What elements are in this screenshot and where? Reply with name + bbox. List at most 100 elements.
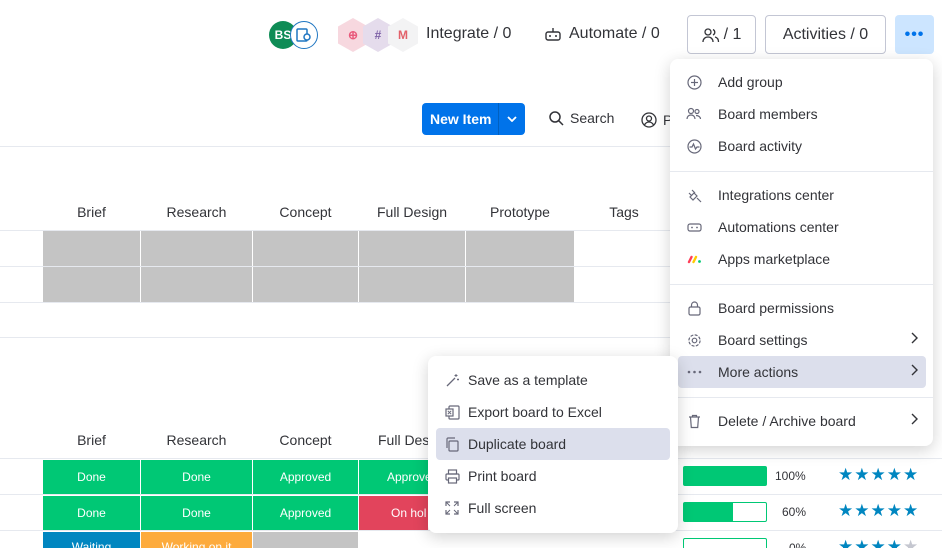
star-icon[interactable]: ★ (854, 501, 870, 520)
brief-status[interactable]: Waiting (43, 532, 140, 548)
column-header-tags[interactable]: Tags (575, 204, 673, 220)
star-icon[interactable]: ★ (887, 501, 903, 520)
menu-item-delete-archive-board[interactable]: Delete / Archive board (678, 405, 926, 437)
column-header-concept[interactable]: Concept (253, 204, 358, 220)
fullscreen-icon (444, 500, 460, 516)
row-divider (0, 302, 670, 303)
star-icon[interactable]: ★ (854, 465, 870, 484)
new-item-button[interactable]: New Item (422, 103, 525, 135)
full-design-cell[interactable] (359, 267, 465, 302)
research-cell[interactable] (141, 267, 252, 302)
research-status[interactable]: Done (141, 496, 252, 530)
prototype-cell[interactable] (466, 231, 574, 266)
dots-icon (686, 364, 702, 380)
excel-icon (444, 404, 460, 420)
duplicate-icon (444, 436, 460, 452)
menu-item-board-activity[interactable]: Board activity (678, 130, 926, 162)
menu-item-automations-center[interactable]: Automations center (678, 211, 926, 243)
menu-item-apps-marketplace[interactable]: Apps marketplace (678, 243, 926, 275)
menu-item-add-group[interactable]: Add group (678, 66, 926, 98)
research-status[interactable]: Done (141, 460, 252, 494)
research-cell[interactable] (141, 231, 252, 266)
concept-cell[interactable] (253, 267, 358, 302)
concept-status[interactable]: Approved (253, 496, 358, 530)
automate-button[interactable]: Automate / 0 (569, 25, 660, 43)
trash-icon (686, 413, 702, 429)
search-button[interactable]: Search (549, 110, 614, 126)
progress-fill (684, 467, 766, 485)
submenu-item-print-board[interactable]: Print board (436, 460, 670, 492)
full-design-status[interactable]: On hol (359, 496, 428, 530)
star-icon[interactable]: ★ (838, 465, 854, 484)
rating-stars[interactable]: ★★★★★ (838, 537, 919, 548)
person-icon (641, 112, 657, 128)
chevron-down-icon[interactable] (498, 103, 525, 135)
board-members-button[interactable]: / 1 (687, 15, 756, 54)
menu-item-more-actions[interactable]: More actions (678, 356, 926, 388)
menu-separator (670, 397, 933, 398)
more-actions-submenu: Save as a template Export board to Excel… (428, 356, 678, 533)
integration-icons[interactable]: ⊕ # M (338, 18, 418, 52)
column-header-prototype[interactable]: Prototype (466, 204, 574, 220)
brief-status[interactable]: Done (43, 496, 140, 530)
submenu-item-full-screen[interactable]: Full screen (436, 492, 670, 524)
star-icon[interactable]: ★ (838, 537, 854, 548)
guest-avatar-icon[interactable] (290, 21, 318, 49)
column-header-full-design[interactable]: Full Design (359, 204, 465, 220)
chevron-right-icon (911, 413, 918, 428)
star-icon[interactable]: ★ (903, 501, 919, 520)
plug-icon (686, 187, 702, 203)
menu-item-board-members[interactable]: Board members (678, 98, 926, 130)
menu-item-integrations-center[interactable]: Integrations center (678, 179, 926, 211)
progress-percent: 100% (775, 469, 806, 483)
robot-icon (545, 28, 561, 41)
chevron-right-icon (911, 364, 918, 379)
rating-stars[interactable]: ★★★★★ (838, 465, 919, 485)
integrate-button[interactable]: Integrate / 0 (426, 25, 511, 43)
prototype-cell[interactable] (466, 267, 574, 302)
plus-circle-icon (686, 74, 702, 90)
star-icon[interactable]: ★ (887, 537, 903, 548)
person-filter-button[interactable]: P (641, 112, 672, 128)
progress-bar (683, 502, 767, 522)
menu-item-board-permissions[interactable]: Board permissions (678, 292, 926, 324)
progress-bar (683, 538, 767, 548)
concept-cell[interactable] (253, 532, 358, 548)
more-options-button[interactable]: ••• (895, 15, 934, 54)
star-icon[interactable]: ★ (887, 465, 903, 484)
full-design-cell[interactable] (359, 231, 465, 266)
full-design-status[interactable]: Approve (359, 460, 428, 494)
star-icon[interactable]: ★ (903, 465, 919, 484)
star-icon[interactable]: ★ (871, 465, 887, 484)
submenu-item-save-as-template[interactable]: Save as a template (436, 364, 670, 396)
concept-cell[interactable] (253, 231, 358, 266)
star-icon[interactable]: ★ (903, 537, 919, 548)
star-icon[interactable]: ★ (838, 501, 854, 520)
column-header-brief[interactable]: Brief (43, 204, 140, 220)
brief-cell[interactable] (43, 231, 140, 266)
submenu-item-export-excel[interactable]: Export board to Excel (436, 396, 670, 428)
menu-item-board-settings[interactable]: Board settings (678, 324, 926, 356)
activity-icon (686, 138, 702, 154)
activities-button[interactable]: Activities / 0 (765, 15, 886, 54)
star-icon[interactable]: ★ (854, 537, 870, 548)
column-header-brief[interactable]: Brief (43, 432, 140, 448)
search-icon (549, 110, 564, 126)
people-icon (701, 27, 719, 42)
star-icon[interactable]: ★ (871, 501, 887, 520)
column-header-research[interactable]: Research (141, 204, 252, 220)
menu-separator (670, 284, 933, 285)
research-status[interactable]: Working on it (141, 532, 252, 548)
brief-status[interactable]: Done (43, 460, 140, 494)
magic-wand-icon (444, 372, 460, 388)
progress-percent: 60% (782, 505, 807, 519)
toolbar-divider (0, 146, 670, 147)
rating-stars[interactable]: ★★★★★ (838, 501, 919, 521)
star-icon[interactable]: ★ (871, 537, 887, 548)
brief-cell[interactable] (43, 267, 140, 302)
concept-status[interactable]: Approved (253, 460, 358, 494)
submenu-item-duplicate-board[interactable]: Duplicate board (436, 428, 670, 460)
board-options-menu: Add group Board members Board activity I… (670, 59, 933, 446)
column-header-concept[interactable]: Concept (253, 432, 358, 448)
column-header-research[interactable]: Research (141, 432, 252, 448)
